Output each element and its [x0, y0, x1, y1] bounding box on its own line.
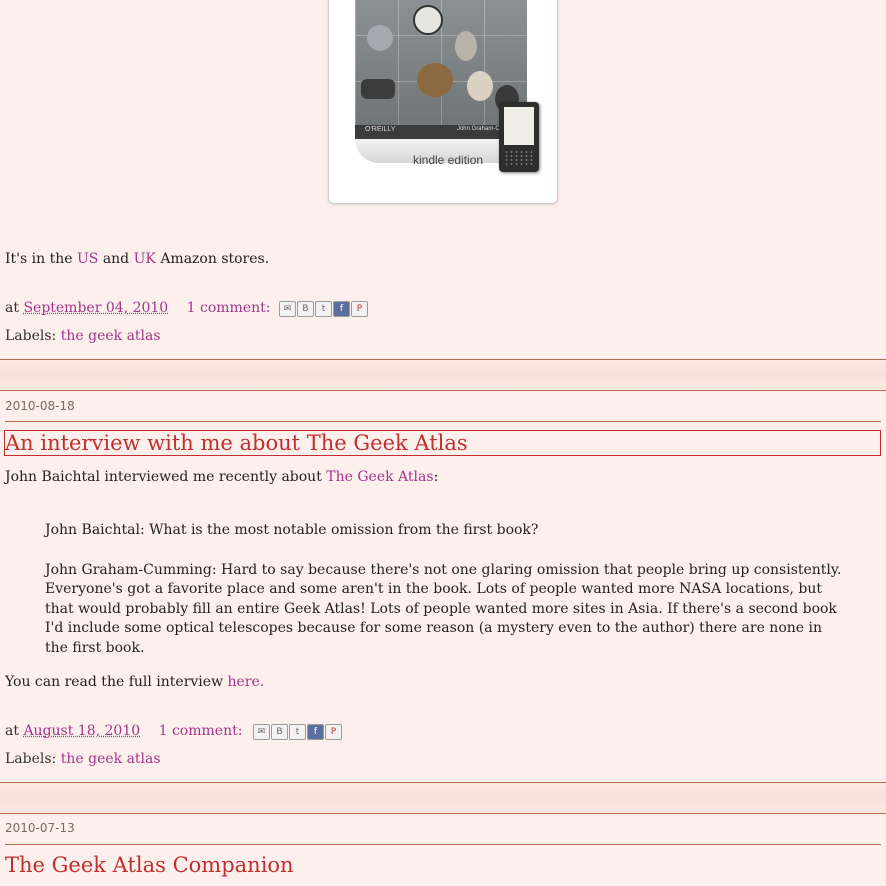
blogger-icon[interactable]: B — [271, 724, 288, 740]
geek-atlas-link[interactable]: The Geek Atlas — [326, 469, 433, 485]
email-icon[interactable]: ✉ — [279, 301, 296, 317]
post-timestamp-link[interactable]: August 18, 2010 — [23, 723, 140, 739]
label-link[interactable]: the geek atlas — [61, 328, 161, 344]
uk-store-link[interactable]: UK — [134, 251, 156, 267]
cover-publisher: O'REILLY — [365, 126, 396, 133]
post-footer: at September 04, 2010 1 comment: — [5, 300, 271, 316]
share-buttons: ✉ B t f P — [279, 301, 368, 317]
share-buttons: ✉ B t f P — [253, 724, 342, 740]
facebook-icon[interactable]: f — [333, 301, 350, 317]
post-title[interactable]: The Geek Atlas Companion — [5, 853, 294, 877]
availability-text: It's in the US and UK Amazon stores. — [5, 251, 270, 267]
post-timestamp-link[interactable]: September 04, 2010 — [23, 300, 168, 316]
twitter-icon[interactable]: t — [315, 301, 332, 317]
interview-link[interactable]: here. — [228, 674, 265, 690]
post-intro: John Baichtal interviewed me recently ab… — [5, 469, 439, 485]
quote-answer: John Graham-Cumming: Hard to say because… — [45, 561, 842, 656]
comments-link[interactable]: 1 comment: — [159, 723, 243, 739]
quote-question: John Baichtal: What is the most notable … — [45, 522, 539, 538]
read-more-text: You can read the full interview here. — [5, 674, 265, 690]
email-icon[interactable]: ✉ — [253, 724, 270, 740]
pinterest-icon[interactable]: P — [351, 301, 368, 317]
blogger-icon[interactable]: B — [297, 301, 314, 317]
book-image-card[interactable]: O'REILLY John Graham-Cumming kindle edit… — [328, 0, 558, 204]
post-title[interactable]: An interview with me about The Geek Atla… — [4, 430, 881, 456]
pinterest-icon[interactable]: P — [325, 724, 342, 740]
post-labels: Labels: the geek atlas — [5, 328, 161, 344]
us-store-link[interactable]: US — [77, 251, 98, 267]
post-separator — [0, 782, 886, 814]
label-link[interactable]: the geek atlas — [61, 751, 161, 767]
date-header: 2010-07-13 — [5, 821, 75, 835]
date-rule — [5, 421, 881, 422]
comments-link[interactable]: 1 comment: — [187, 300, 271, 316]
twitter-icon[interactable]: t — [289, 724, 306, 740]
post-footer: at August 18, 2010 1 comment: — [5, 723, 243, 739]
post-title-link[interactable]: The Geek Atlas Companion — [5, 853, 294, 877]
date-rule — [5, 844, 881, 845]
interview-quote: John Baichtal: What is the most notable … — [45, 521, 845, 678]
post-title-link[interactable]: An interview with me about The Geek Atla… — [5, 431, 468, 455]
post-separator — [0, 359, 886, 391]
kindle-edition-label: kindle edition — [413, 153, 484, 167]
date-header: 2010-08-18 — [5, 399, 75, 413]
post-labels: Labels: the geek atlas — [5, 751, 161, 767]
facebook-icon[interactable]: f — [307, 724, 324, 740]
kindle-device-icon — [499, 102, 539, 172]
